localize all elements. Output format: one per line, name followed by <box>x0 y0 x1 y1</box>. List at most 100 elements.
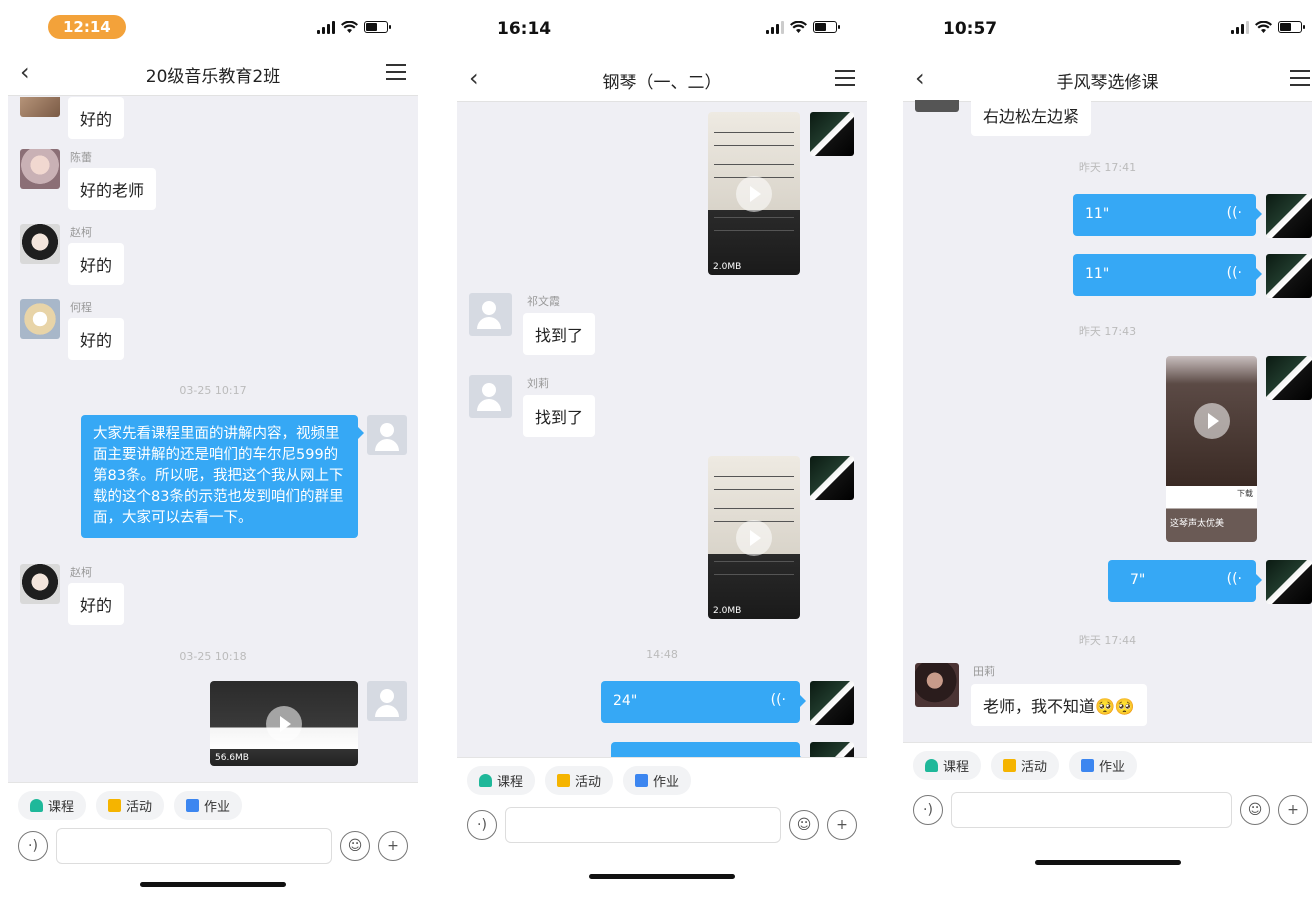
voice-message[interactable] <box>611 742 806 757</box>
wifi-icon <box>790 20 807 33</box>
message-input[interactable] <box>505 807 781 843</box>
voice-input-icon[interactable]: ·) <box>467 810 497 840</box>
avatar[interactable] <box>1266 254 1312 298</box>
message-bubble[interactable]: 好的 <box>68 318 125 360</box>
activity-button[interactable]: 活动 <box>545 766 614 795</box>
message-bubble[interactable]: 右边松左边紧 <box>971 100 1092 136</box>
message-bubble[interactable]: 好的 <box>68 97 125 139</box>
course-button[interactable]: 课程 <box>913 751 982 780</box>
emoji-icon[interactable]: ☺ <box>340 831 370 861</box>
input-panel: 课程 活动 作业 ·) ☺ + <box>457 757 867 897</box>
course-button[interactable]: 课程 <box>18 791 87 820</box>
homework-label: 作业 <box>1099 760 1126 775</box>
avatar[interactable] <box>367 415 407 455</box>
homework-button[interactable]: 作业 <box>174 791 243 820</box>
voice-duration: 11" <box>1085 266 1110 282</box>
course-button[interactable]: 课程 <box>467 766 536 795</box>
chat-header: ‹ 钢琴（一、二） <box>457 56 867 102</box>
avatar[interactable] <box>20 299 60 339</box>
avatar[interactable] <box>915 100 959 112</box>
activity-button[interactable]: 活动 <box>96 791 165 820</box>
avatar[interactable] <box>20 149 60 189</box>
phone-screen-2: 16:14 ‹ 钢琴（一、二） 2.0MB 祁文霞 找到了 刘莉 找到了 2.0… <box>457 0 867 897</box>
message-bubble[interactable]: 好的 <box>68 583 125 625</box>
home-indicator <box>1034 860 1181 865</box>
avatar[interactable] <box>810 681 854 725</box>
voice-message[interactable]: 24" ((· <box>601 681 806 723</box>
avatar[interactable] <box>810 112 854 156</box>
voice-message[interactable]: 11" ((· <box>1073 254 1262 296</box>
sender-name: 陈蕾 <box>70 151 92 164</box>
phone-screen-3: 10:57 ‹ 手风琴选修课 右边松左边紧 昨天 17:41 11" ((· 1… <box>903 0 1312 897</box>
phone-screen-1: 12:14 ‹ 20级音乐教育2班 好的 陈蕾 好的老师 赵柯 好的 何程 好的… <box>8 0 418 897</box>
emoji-icon[interactable]: ☺ <box>1240 795 1270 825</box>
activity-label: 活动 <box>126 800 153 815</box>
avatar[interactable] <box>469 293 512 336</box>
sender-name: 何程 <box>70 301 92 314</box>
voice-input-icon[interactable]: ·) <box>913 795 943 825</box>
voice-duration: 7" <box>1130 572 1146 588</box>
course-icon <box>925 759 938 772</box>
menu-icon[interactable] <box>1290 70 1310 91</box>
homework-icon <box>186 799 200 812</box>
avatar[interactable] <box>810 742 854 757</box>
timestamp: 昨天 17:44 <box>1078 634 1137 647</box>
avatar[interactable] <box>810 456 854 500</box>
voice-duration: 24" <box>613 693 638 709</box>
avatar[interactable] <box>469 375 512 418</box>
avatar[interactable] <box>915 663 959 707</box>
homework-button[interactable]: 作业 <box>623 766 692 795</box>
message-list[interactable]: 好的 陈蕾 好的老师 赵柯 好的 何程 好的 03-25 10:17 大家先看课… <box>8 97 418 782</box>
message-list[interactable]: 右边松左边紧 昨天 17:41 11" ((· 11" ((· 昨天 17:43… <box>903 100 1312 742</box>
avatar[interactable] <box>1266 194 1312 238</box>
course-label: 课程 <box>497 775 524 790</box>
play-icon[interactable] <box>736 175 772 212</box>
status-time: 12:14 <box>48 15 126 39</box>
video-message[interactable]: 2.0MB <box>708 112 800 275</box>
chat-header: ‹ 20级音乐教育2班 <box>8 50 418 96</box>
play-icon[interactable] <box>266 705 302 742</box>
add-icon[interactable]: + <box>827 810 857 840</box>
menu-icon[interactable] <box>386 64 406 85</box>
battery-icon <box>1278 21 1305 33</box>
emoji-icon[interactable]: ☺ <box>789 810 819 840</box>
message-bubble[interactable]: 好的 <box>68 243 125 285</box>
avatar[interactable] <box>20 224 60 264</box>
message-bubble-self[interactable]: 大家先看课程里面的讲解内容，视频里面主要讲解的还是咱们的车尔尼599的第83条。… <box>81 415 364 538</box>
add-icon[interactable]: + <box>1278 795 1308 825</box>
message-list[interactable]: 2.0MB 祁文霞 找到了 刘莉 找到了 2.0MB 14:48 24" ((· <box>457 103 867 757</box>
activity-button[interactable]: 活动 <box>991 751 1060 780</box>
voice-duration: 11" <box>1085 206 1110 222</box>
avatar[interactable] <box>367 681 407 721</box>
avatar[interactable] <box>1266 560 1312 604</box>
voice-message[interactable]: 11" ((· <box>1073 194 1262 236</box>
trophy-icon <box>108 799 122 812</box>
play-icon[interactable] <box>736 519 772 556</box>
avatar[interactable] <box>20 97 60 117</box>
message-bubble[interactable]: 找到了 <box>523 395 596 437</box>
timestamp: 昨天 17:43 <box>1078 325 1137 338</box>
menu-icon[interactable] <box>835 70 855 91</box>
add-icon[interactable]: + <box>378 831 408 861</box>
avatar[interactable] <box>1266 356 1312 400</box>
homework-button[interactable]: 作业 <box>1069 751 1138 780</box>
message-input[interactable] <box>56 828 332 864</box>
video-message[interactable]: 56.6MB <box>210 681 358 766</box>
message-bubble[interactable]: 好的老师 <box>68 168 157 210</box>
timestamp: 昨天 17:41 <box>1078 161 1137 174</box>
video-message[interactable]: 下载 这琴声太优美 <box>1166 356 1257 542</box>
video-size: 56.6MB <box>215 753 249 763</box>
video-message[interactable]: 2.0MB <box>708 456 800 619</box>
avatar[interactable] <box>20 564 60 604</box>
signal-icon <box>766 20 784 34</box>
chat-title: 手风琴选修课 <box>1056 73 1159 93</box>
sender-name: 田莉 <box>973 665 995 678</box>
voice-input-icon[interactable]: ·) <box>18 831 48 861</box>
play-icon[interactable] <box>1193 403 1230 440</box>
homework-label: 作业 <box>204 800 231 815</box>
voice-message[interactable]: 7" ((· <box>1108 560 1262 602</box>
message-bubble[interactable]: 老师，我不知道🥺🥺 <box>971 684 1147 726</box>
chat-title: 钢琴（一、二） <box>602 73 722 93</box>
message-input[interactable] <box>951 792 1232 828</box>
message-bubble[interactable]: 找到了 <box>523 313 596 355</box>
